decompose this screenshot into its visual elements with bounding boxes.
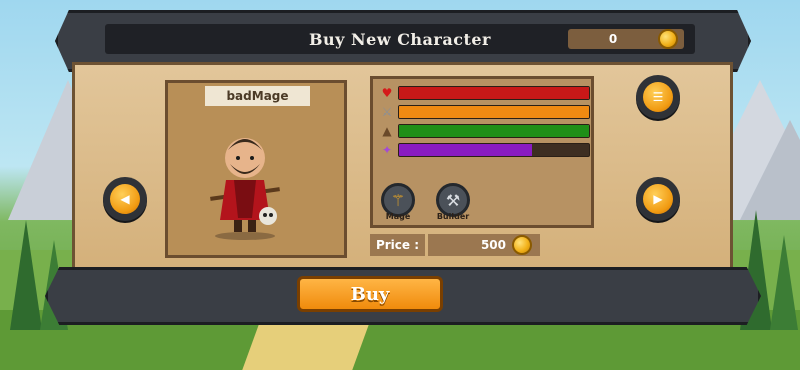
- left-arrow-icon: ◀: [110, 184, 140, 214]
- health-bar-fill: [399, 87, 589, 99]
- tree: [770, 235, 798, 330]
- builder-skill-label: Builder: [436, 212, 470, 221]
- gold-coin-icon: [512, 235, 532, 255]
- magic-icon: ✦: [381, 143, 393, 157]
- price-label: Price :: [370, 234, 425, 256]
- health-bar: [398, 86, 590, 100]
- sword-icon: ⚔: [381, 105, 393, 119]
- info-icon: ☰: [643, 82, 673, 112]
- price-value: 500: [480, 238, 506, 252]
- fire-staff-icon: ⚚: [390, 190, 406, 210]
- next-character-button[interactable]: ▶: [636, 177, 680, 221]
- character-name: badMage: [205, 86, 310, 106]
- magic-bar-fill: [399, 144, 532, 156]
- gold-coin-icon: [658, 29, 678, 49]
- speed-bar-fill: [399, 125, 589, 137]
- magic-bar: [398, 143, 590, 157]
- stat-speed: ▲: [378, 124, 590, 138]
- attack-bar-fill: [399, 106, 589, 118]
- buy-button[interactable]: Buy: [297, 276, 443, 312]
- boot-icon: ▲: [382, 124, 392, 138]
- mountain: [740, 120, 800, 220]
- mage-skill-label: Mage: [385, 212, 411, 221]
- coin-count: 0: [608, 32, 618, 46]
- coin-balance: 0: [568, 29, 684, 49]
- tree: [10, 220, 42, 330]
- heart-icon: ♥: [381, 86, 393, 100]
- mage-hero-icon: [210, 138, 280, 240]
- speed-bar: [398, 124, 590, 138]
- stat-health: ♥: [378, 86, 590, 100]
- stat-magic: ✦: [378, 143, 590, 157]
- right-arrow-icon: ▶: [643, 184, 673, 214]
- info-button[interactable]: ☰: [636, 75, 680, 119]
- stat-attack: ⚔: [378, 105, 590, 119]
- price-box: 500: [428, 234, 540, 256]
- hammer-icon: ⚒: [445, 190, 461, 210]
- attack-bar: [398, 105, 590, 119]
- previous-character-button[interactable]: ◀: [103, 177, 147, 221]
